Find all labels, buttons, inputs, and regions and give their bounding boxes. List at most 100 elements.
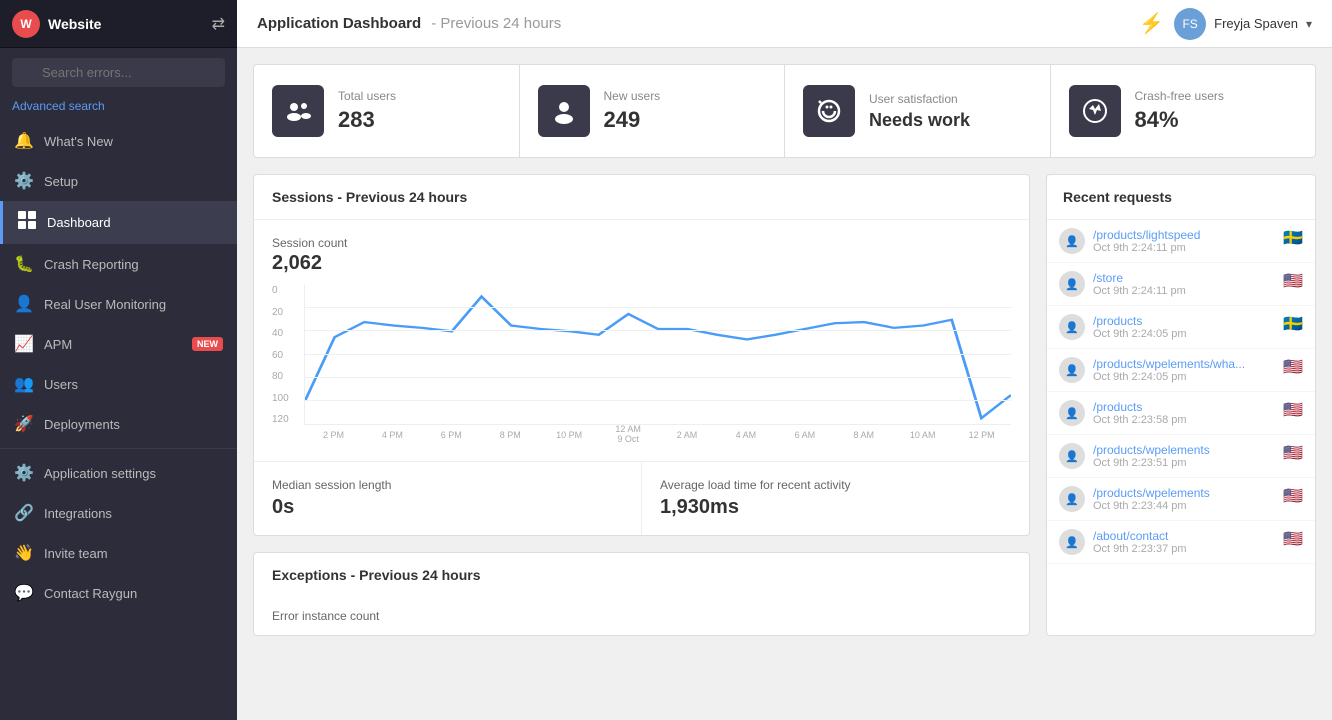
stat-new-users: New users 249 (520, 65, 786, 157)
deployments-icon: 🚀 (14, 414, 34, 434)
y-axis: 120 100 80 60 40 20 0 (272, 285, 302, 425)
bell-icon: 🔔 (14, 131, 34, 151)
request-item[interactable]: 👤 /products/wpelements Oct 9th 2:23:51 p… (1047, 435, 1315, 478)
nav-divider (0, 448, 237, 449)
grid-line (305, 307, 1011, 308)
session-count-value: 2,062 (272, 252, 1011, 275)
flag-icon: 🇺🇸 (1283, 271, 1303, 291)
flag-icon: 🇸🇪 (1283, 228, 1303, 248)
grid-line (305, 330, 1011, 331)
flag-icon: 🇺🇸 (1283, 486, 1303, 506)
request-path[interactable]: /products/lightspeed (1093, 228, 1275, 242)
request-item[interactable]: 👤 /products/wpelements/wha... Oct 9th 2:… (1047, 349, 1315, 392)
request-info: /products Oct 9th 2:23:58 pm (1093, 400, 1275, 426)
request-time: Oct 9th 2:23:37 pm (1093, 543, 1275, 555)
request-info: /products/wpelements Oct 9th 2:23:44 pm (1093, 486, 1275, 512)
request-path[interactable]: /products (1093, 314, 1275, 328)
sidebar-item-setup[interactable]: ⚙️ Setup (0, 161, 237, 201)
session-count-label: Session count (272, 236, 1011, 250)
flag-icon: 🇺🇸 (1283, 400, 1303, 420)
request-avatar: 👤 (1059, 314, 1085, 340)
sidebar-item-users[interactable]: 👥 Users (0, 364, 237, 404)
sidebar-item-invite-team[interactable]: 👋 Invite team (0, 533, 237, 573)
request-path[interactable]: /store (1093, 271, 1275, 285)
grid-line (305, 400, 1011, 401)
sessions-header: Sessions - Previous 24 hours (254, 175, 1029, 220)
sidebar-item-dashboard[interactable]: Dashboard (0, 201, 237, 244)
request-avatar: 👤 (1059, 529, 1085, 555)
exceptions-panel: Exceptions - Previous 24 hours Error ins… (253, 552, 1030, 636)
request-item[interactable]: 👤 /products Oct 9th 2:24:05 pm 🇸🇪 (1047, 306, 1315, 349)
chart-area: 120 100 80 60 40 20 0 (254, 275, 1029, 461)
request-path[interactable]: /about/contact (1093, 529, 1275, 543)
median-label: Median session length (272, 478, 623, 492)
sidebar-item-apm[interactable]: 📈 APM NEW (0, 324, 237, 364)
request-path[interactable]: /products/wpelements (1093, 486, 1275, 500)
request-path[interactable]: /products (1093, 400, 1275, 414)
request-info: /about/contact Oct 9th 2:23:37 pm (1093, 529, 1275, 555)
chart-container: 120 100 80 60 40 20 0 (272, 285, 1011, 445)
sidebar-item-integrations[interactable]: 🔗 Integrations (0, 493, 237, 533)
user-monitor-icon: 👤 (14, 294, 34, 314)
request-info: /products/wpelements Oct 9th 2:23:51 pm (1093, 443, 1275, 469)
shuffle-icon[interactable]: ⇄ (212, 14, 225, 34)
request-avatar: 👤 (1059, 486, 1085, 512)
advanced-search-link[interactable]: Advanced search (0, 97, 237, 121)
new-badge: NEW (192, 337, 223, 351)
sidebar-item-whats-new[interactable]: 🔔 What's New (0, 121, 237, 161)
request-path[interactable]: /products/wpelements (1093, 443, 1275, 457)
contact-icon: 💬 (14, 583, 34, 603)
x-labels: 2 PM 4 PM 6 PM 8 PM 10 PM 12 AM9 Oct 2 A… (304, 425, 1011, 445)
sidebar-item-label: Setup (44, 174, 223, 189)
request-info: /products Oct 9th 2:24:05 pm (1093, 314, 1275, 340)
recent-requests-panel: Recent requests 👤 /products/lightspeed O… (1046, 174, 1316, 636)
stats-row: Total users 283 New users 249 (253, 64, 1316, 158)
sidebar-item-crash-reporting[interactable]: 🐛 Crash Reporting (0, 244, 237, 284)
sidebar-item-rum[interactable]: 👤 Real User Monitoring (0, 284, 237, 324)
lightning-icon[interactable]: ⚡ (1139, 11, 1164, 36)
search-box: 🔍 (0, 48, 237, 97)
metrics-row: Median session length 0s Average load ti… (254, 461, 1029, 535)
median-session-card: Median session length 0s (254, 462, 642, 535)
dashboard-icon (17, 211, 37, 234)
sidebar-item-label: Contact Raygun (44, 586, 223, 601)
sidebar-item-deployments[interactable]: 🚀 Deployments (0, 404, 237, 444)
new-users-icon-box (538, 85, 590, 137)
request-info: /products/wpelements/wha... Oct 9th 2:24… (1093, 357, 1275, 383)
nav-items: 🔔 What's New ⚙️ Setup Dashboard 🐛 Crash … (0, 121, 237, 613)
search-input[interactable] (12, 58, 225, 87)
request-item[interactable]: 👤 /store Oct 9th 2:24:11 pm 🇺🇸 (1047, 263, 1315, 306)
x-label: 6 AM (775, 430, 834, 441)
x-label: 6 PM (422, 430, 481, 441)
apm-icon: 📈 (14, 334, 34, 354)
sidebar-item-app-settings[interactable]: ⚙️ Application settings (0, 453, 237, 493)
users-icon: 👥 (14, 374, 34, 394)
request-item[interactable]: 👤 /about/contact Oct 9th 2:23:37 pm 🇺🇸 (1047, 521, 1315, 564)
chart-svg (305, 285, 1011, 424)
x-label: 2 AM (658, 430, 717, 441)
page-title: Application Dashboard (257, 15, 421, 32)
flag-icon: 🇺🇸 (1283, 443, 1303, 463)
request-item[interactable]: 👤 /products Oct 9th 2:23:58 pm 🇺🇸 (1047, 392, 1315, 435)
avg-load-value: 1,930ms (660, 496, 1011, 519)
sidebar: W Website ⇄ 🔍 Advanced search 🔔 What's N… (0, 0, 237, 720)
request-avatar: 👤 (1059, 400, 1085, 426)
request-list: 👤 /products/lightspeed Oct 9th 2:24:11 p… (1047, 220, 1315, 564)
sidebar-item-contact[interactable]: 💬 Contact Raygun (0, 573, 237, 613)
stat-total-users: Total users 283 (254, 65, 520, 157)
page-subtitle: - Previous 24 hours (431, 15, 561, 32)
chart-plot (304, 285, 1011, 425)
request-time: Oct 9th 2:24:05 pm (1093, 328, 1275, 340)
request-item[interactable]: 👤 /products/wpelements Oct 9th 2:23:44 p… (1047, 478, 1315, 521)
dropdown-arrow-icon[interactable]: ▾ (1306, 17, 1312, 31)
x-label: 4 AM (716, 430, 775, 441)
request-path[interactable]: /products/wpelements/wha... (1093, 357, 1275, 371)
request-avatar: 👤 (1059, 271, 1085, 297)
flag-icon: 🇸🇪 (1283, 314, 1303, 334)
sessions-body: Session count 2,062 (254, 220, 1029, 275)
sidebar-item-label: Invite team (44, 546, 223, 561)
satisfaction-icon-box (803, 85, 855, 137)
request-item[interactable]: 👤 /products/lightspeed Oct 9th 2:24:11 p… (1047, 220, 1315, 263)
user-name: Freyja Spaven (1214, 16, 1298, 31)
total-users-icon-box (272, 85, 324, 137)
